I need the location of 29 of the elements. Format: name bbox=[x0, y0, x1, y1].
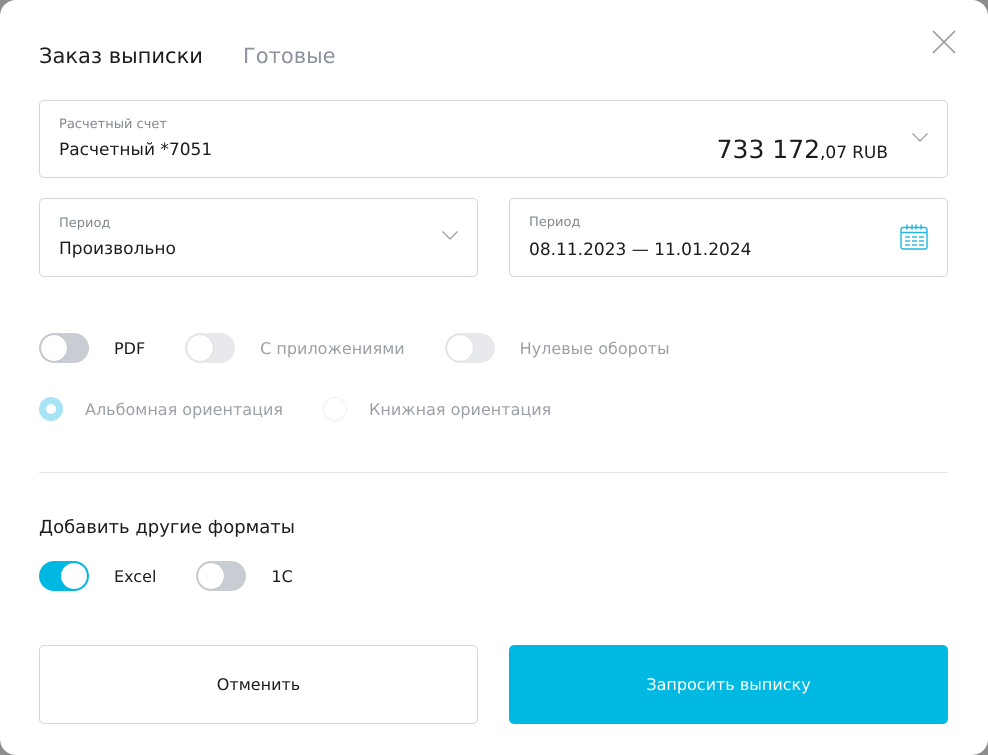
section-title: Добавить другие форматы bbox=[39, 516, 296, 540]
chevron-down-icon bbox=[442, 231, 458, 240]
toggle-switch[interactable] bbox=[39, 333, 89, 364]
field-value: Произвольно bbox=[59, 238, 177, 261]
cancel-button[interactable]: Отменить bbox=[39, 645, 478, 724]
currency-label: RUB bbox=[852, 142, 888, 163]
close-icon[interactable] bbox=[932, 30, 956, 54]
toggle-switch[interactable] bbox=[196, 561, 246, 591]
balance-fraction: ,07 bbox=[820, 142, 848, 163]
toggle-switch[interactable] bbox=[39, 561, 89, 591]
field-value: 08.11.2023 — 11.01.2024 bbox=[529, 238, 752, 262]
account-select[interactable]: Расчетный счет Расчетный *7051 733 172,07 RUB bbox=[39, 100, 948, 178]
toggle-label: Нулевые обороты bbox=[520, 338, 670, 358]
balance-amount: 733 172 bbox=[716, 134, 820, 164]
chevron-down-icon bbox=[912, 132, 928, 142]
toggle-label: Excel bbox=[114, 566, 156, 586]
tab[interactable]: Заказ выписки bbox=[39, 41, 203, 71]
field-label: Период bbox=[529, 214, 582, 232]
account-name: Расчетный *7051 bbox=[59, 139, 214, 162]
radio-label: Книжная ориентация bbox=[369, 400, 552, 419]
period-select[interactable]: Период Произвольно bbox=[39, 198, 478, 278]
toggle-label: С приложениями bbox=[260, 338, 405, 358]
field-label: Период bbox=[59, 214, 112, 233]
field-label: Расчетный счет bbox=[59, 116, 168, 134]
toggle-label: 1C bbox=[271, 566, 293, 586]
toggle-label: PDF bbox=[114, 338, 146, 358]
calendar-icon[interactable] bbox=[900, 224, 928, 250]
date-range-field[interactable]: Период 08.11.2023 — 11.01.2024 bbox=[509, 198, 948, 278]
radio-label: Альбомная ориентация bbox=[85, 400, 283, 419]
